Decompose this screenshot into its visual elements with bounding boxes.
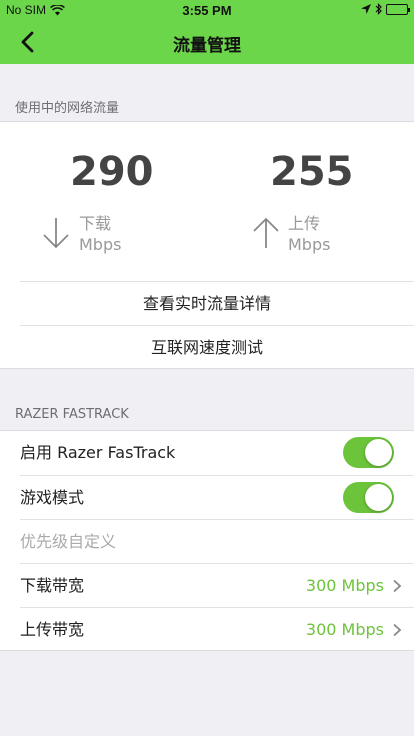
status-bar: No SIM 3:55 PM <box>0 0 414 20</box>
status-time: 3:55 PM <box>182 3 232 18</box>
game-mode-toggle[interactable] <box>343 482 394 513</box>
fastrack-panel: 启用 Razer FasTrack 游戏模式 优先级自定义 下载带宽 300 M… <box>0 430 414 651</box>
priority-customize-label: 优先级自定义 <box>20 532 117 551</box>
download-label-group: 下载 Mbps <box>79 213 121 255</box>
upload-unit: Mbps <box>288 235 331 254</box>
battery-icon <box>386 3 410 15</box>
upload-speed-value: 255 <box>270 149 354 195</box>
chevron-right-icon <box>393 579 402 593</box>
status-right <box>361 3 410 15</box>
enable-fastrack-label: 启用 Razer FasTrack <box>20 443 176 462</box>
upload-bandwidth-value: 300 Mbps <box>305 620 384 639</box>
location-icon <box>361 4 371 14</box>
enable-fastrack-toggle[interactable] <box>343 437 394 468</box>
internet-speed-test-button[interactable]: 互联网速度测试 <box>20 325 414 369</box>
upload-label: 上传 <box>288 214 321 233</box>
realtime-traffic-details-button[interactable]: 查看实时流量详情 <box>20 281 414 325</box>
upload-label-group: 上传 Mbps <box>288 213 330 255</box>
toggle-knob <box>365 484 392 511</box>
download-bandwidth-value: 300 Mbps <box>305 576 384 595</box>
traffic-panel: 290 255 下载 Mbps 上传 Mbps 查看实时流量详情 互联网速度测试 <box>0 121 414 369</box>
nav-bar: 流量管理 <box>0 20 414 64</box>
priority-customize-row[interactable]: 优先级自定义 <box>20 519 414 563</box>
download-bandwidth-row[interactable]: 下载带宽 300 Mbps <box>20 563 414 607</box>
arrow-up-icon <box>253 217 279 248</box>
game-mode-label: 游戏模式 <box>20 488 85 507</box>
download-label: 下载 <box>79 214 112 233</box>
upload-bandwidth-row[interactable]: 上传带宽 300 Mbps <box>20 607 414 651</box>
download-unit: Mbps <box>79 235 122 254</box>
bluetooth-icon <box>375 3 382 15</box>
realtime-traffic-details-label: 查看实时流量详情 <box>142 294 271 313</box>
internet-speed-test-label: 互联网速度测试 <box>150 338 263 357</box>
enable-fastrack-row: 启用 Razer FasTrack <box>20 431 414 475</box>
chevron-right-icon <box>393 623 402 637</box>
arrow-down-icon <box>43 218 69 249</box>
traffic-section-header: 使用中的网络流量 <box>15 101 120 116</box>
page-title: 流量管理 <box>173 36 241 56</box>
download-speed-value: 290 <box>70 149 154 195</box>
fastrack-section-header: RAZER FASTRACK <box>15 407 129 422</box>
upload-bandwidth-label: 上传带宽 <box>20 620 85 639</box>
download-bandwidth-label: 下载带宽 <box>20 576 85 595</box>
toggle-knob <box>365 439 392 466</box>
game-mode-row: 游戏模式 <box>20 475 414 519</box>
